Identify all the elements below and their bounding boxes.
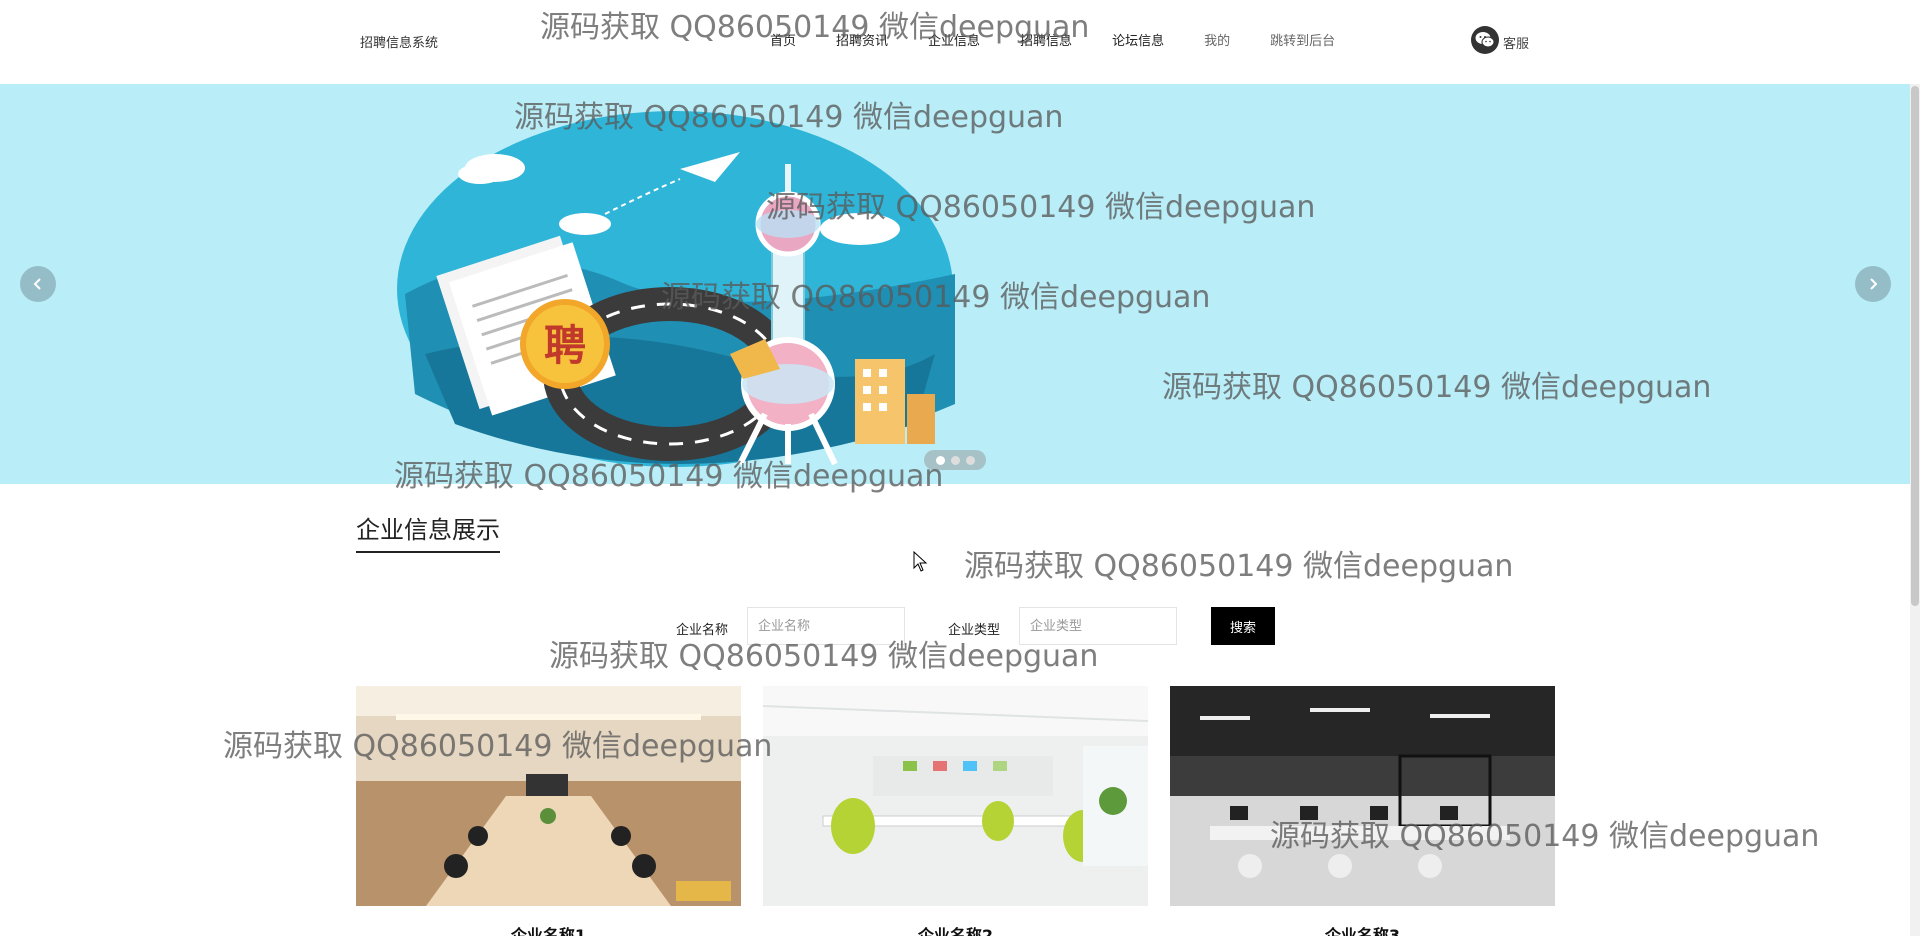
company-type-label: 企业类型	[948, 623, 1001, 638]
meeting-room-photo	[356, 686, 741, 906]
section-title: 企业信息展示	[356, 516, 500, 544]
top-header: 招聘信息系统 首页 招聘资讯 企业信息 招聘信息 论坛信息 我的 跳转到后台 客…	[0, 0, 1920, 84]
nav-item-admin[interactable]: 跳转到后台	[1270, 30, 1335, 49]
nav-item-news[interactable]: 招聘资讯	[836, 30, 888, 49]
chevron-right-icon	[1870, 278, 1878, 290]
search-bar: 企业名称 企业类型 搜索	[0, 607, 1920, 645]
company-card[interactable]: 企业名称2	[762, 686, 1149, 936]
carousel-dot[interactable]	[965, 455, 975, 465]
company-name-label: 企业名称	[676, 623, 729, 638]
section-underline	[356, 551, 500, 553]
company-name[interactable]: 企业名称2	[763, 922, 1148, 936]
company-card[interactable]: 企业名称3	[1170, 686, 1555, 936]
scrollbar-thumb[interactable]	[1911, 86, 1919, 606]
page: 招聘信息系统 首页 招聘资讯 企业信息 招聘信息 论坛信息 我的 跳转到后台 客…	[0, 0, 1920, 936]
carousel-prev-button[interactable]	[20, 266, 56, 302]
company-name[interactable]: 企业名称1	[356, 922, 741, 936]
carousel-indicator	[924, 450, 986, 470]
badge-text: 聘	[544, 321, 586, 370]
main-nav: 首页 招聘资讯 企业信息 招聘信息 论坛信息 我的 跳转到后台	[770, 30, 1335, 49]
chevron-left-icon	[33, 278, 41, 290]
nav-item-home[interactable]: 首页	[770, 30, 796, 49]
wechat-icon	[1471, 26, 1499, 54]
company-name[interactable]: 企业名称3	[1170, 922, 1555, 936]
carousel-next-button[interactable]	[1855, 266, 1891, 302]
customer-service-label: 客服	[1503, 37, 1530, 52]
bright-office-photo	[762, 686, 1149, 906]
company-name-input[interactable]	[747, 607, 905, 645]
site-brand[interactable]: 招聘信息系统	[360, 32, 438, 51]
company-type-input[interactable]	[1019, 607, 1177, 645]
watermark-text: 源码获取 QQ86050149 微信deepguan	[964, 549, 1514, 584]
mouse-pointer-icon	[913, 551, 928, 572]
nav-item-companies[interactable]: 企业信息	[928, 30, 980, 49]
nav-item-jobs[interactable]: 招聘信息	[1020, 30, 1072, 49]
nav-item-forum[interactable]: 论坛信息	[1112, 30, 1164, 49]
carousel-dot[interactable]	[950, 455, 960, 465]
company-card[interactable]: 企业名称1	[356, 686, 741, 936]
nav-item-mine[interactable]: 我的	[1204, 30, 1230, 49]
carousel-dot[interactable]	[935, 455, 945, 465]
banner-carousel: 聘	[0, 84, 1920, 484]
search-button[interactable]: 搜索	[1211, 607, 1275, 645]
dark-office-photo	[1170, 686, 1555, 906]
recruitment-illustration: 聘	[397, 111, 955, 467]
customer-service-button[interactable]: 客服	[1471, 26, 1529, 54]
